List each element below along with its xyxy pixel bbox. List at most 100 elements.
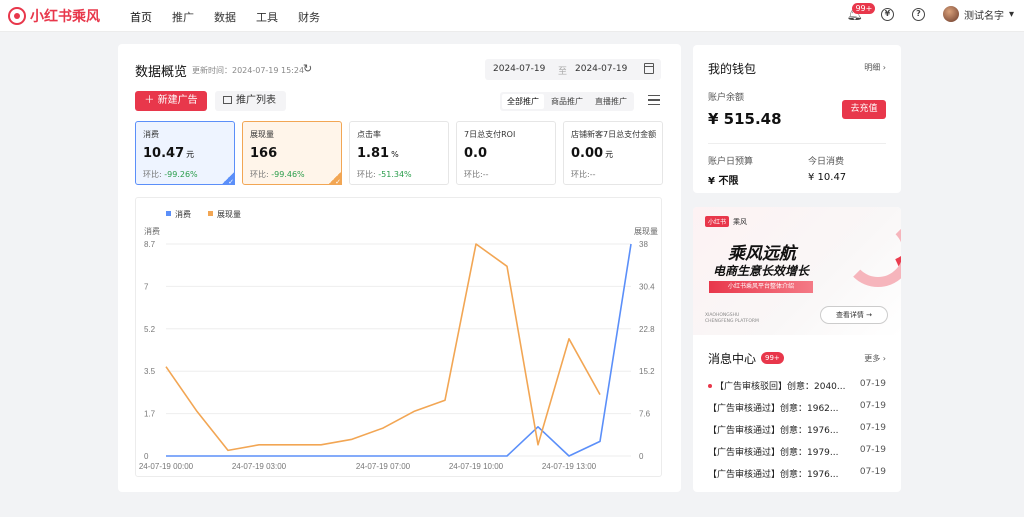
- wallet-detail-link[interactable]: 明细 ›: [864, 62, 886, 73]
- coin-icon[interactable]: ¥: [880, 7, 894, 21]
- notification-badge: 99+: [852, 2, 876, 14]
- date-range-picker[interactable]: 2024-07-19 至 2024-07-19: [485, 59, 661, 80]
- y-tick-right: 15.2: [639, 367, 655, 376]
- date-separator: 至: [558, 67, 568, 77]
- tab-all-promotion[interactable]: 全部推广: [502, 94, 544, 109]
- metric-card-impressions[interactable]: 展现量 166 环比: -99.46%: [242, 121, 342, 186]
- message-item[interactable]: 【广告审核通过】创意：1962... 07-19: [708, 401, 886, 414]
- header-actions: 🔔︎ 99+ ¥ ? 测试名字 ▾: [846, 2, 1014, 22]
- metric-label: 7日总支付ROI: [464, 130, 516, 139]
- y-tick-right: 22.8: [639, 325, 655, 334]
- x-tick: 24-07-19 00:00: [139, 462, 194, 471]
- message-item[interactable]: 【广告审核通过】创意：1979... 07-19: [708, 445, 886, 458]
- x-tick: 24-07-19 03:00: [232, 462, 287, 471]
- data-overview-card: 数据概览 更新时间：2024-07-19 15:24 ↻ 2024-07-19 …: [118, 44, 681, 492]
- date-start: 2024-07-19: [493, 64, 546, 74]
- new-ad-label: 新建广告: [157, 95, 198, 106]
- y-tick-left: 5.2: [144, 325, 156, 334]
- new-ad-button[interactable]: ＋ 新建广告: [135, 91, 207, 111]
- nav-item-tools[interactable]: 工具: [256, 9, 278, 25]
- message-text: 【广告审核通过】创意：1979...: [708, 448, 839, 458]
- chevron-right-icon: ›: [882, 63, 886, 72]
- metric-value: 0.0: [464, 146, 488, 161]
- trend-chart: 消费 展现量 消费 展现量 0 1.7 3.5 5.2 7 8.7 0 7.6 15.2 22.8 30.4…: [135, 197, 662, 477]
- check-icon: [328, 171, 342, 186]
- message-date: 07-19: [859, 445, 886, 455]
- series-line-展现量: [165, 243, 601, 452]
- help-icon[interactable]: ?: [911, 7, 925, 21]
- y-tick-left: 0: [144, 452, 149, 461]
- message-item[interactable]: 【广告审核通过】创意：1976... 07-19: [708, 467, 886, 480]
- promotion-list-label: 推广列表: [236, 95, 276, 106]
- message-center-title: 消息中心: [708, 352, 757, 366]
- y-tick-left: 8.7: [144, 240, 156, 249]
- legend-swatch: [208, 211, 213, 216]
- logo-text: 小红书乘风: [30, 9, 100, 25]
- metric-card-spend[interactable]: 消费 10.47 元 环比: -99.26%: [135, 121, 235, 186]
- nav-item-data[interactable]: 数据: [214, 9, 236, 25]
- metric-card-ctr[interactable]: 点击率 1.81% 环比: -51.34%: [349, 121, 449, 185]
- y-tick-right: 30.4: [639, 282, 655, 291]
- metric-card-roi[interactable]: 7日总支付ROI 0.0 环比:--: [456, 121, 556, 185]
- caret-down-icon: ▾: [1008, 8, 1014, 20]
- page-title: 数据概览: [135, 65, 188, 80]
- metric-label: 消费: [143, 130, 159, 139]
- message-text: 【广告审核驳回】创意：2040...: [715, 382, 846, 392]
- metric-value: 1.81%: [357, 146, 399, 161]
- chevron-right-icon: ›: [882, 354, 886, 363]
- list-icon: [223, 96, 232, 104]
- tab-live-promotion[interactable]: 直播推广: [590, 94, 632, 109]
- metric-label: 点击率: [357, 130, 381, 139]
- user-name: 测试名字: [963, 10, 1004, 22]
- metric-value: 10.47 元: [143, 146, 195, 161]
- y-tick-right: 7.6: [639, 410, 651, 419]
- today-spend-value: ¥ 10.47: [808, 172, 847, 183]
- banner-strip: 小红书乘风平台整体介绍: [709, 281, 813, 293]
- banner-brand: 小红书 乘风: [705, 216, 747, 227]
- promo-banner[interactable]: 小红书 乘风 乘风远航 电商生意长效增长 小红书乘风平台整体介绍 XIAOHON…: [693, 207, 901, 335]
- metric-compare: 环比:--: [571, 170, 596, 179]
- recharge-button[interactable]: 去充值: [842, 100, 886, 119]
- main-nav: 首页 推广 数据 工具 财务: [130, 9, 320, 25]
- message-item[interactable]: 【广告审核驳回】创意：2040... 07-19: [708, 379, 886, 392]
- wallet-card: 我的钱包 明细 › 账户余额 ¥ 515.48 去充值 账户日预算 ¥ 不限 今…: [693, 45, 901, 193]
- arrow-right-icon: →: [866, 311, 873, 319]
- user-menu[interactable]: 测试名字 ▾: [942, 6, 1014, 22]
- message-text: 【广告审核通过】创意：1976...: [708, 470, 839, 480]
- today-spend-label: 今日消费: [808, 157, 845, 167]
- nav-item-finance[interactable]: 财务: [298, 9, 320, 25]
- y-tick-right: 38: [639, 240, 648, 249]
- update-time: 更新时间：2024-07-19 15:24: [192, 66, 305, 75]
- daily-budget-value: ¥ 不限: [708, 176, 739, 187]
- side-panel: 小红书 乘风 乘风远航 电商生意长效增长 小红书乘风平台整体介绍 XIAOHON…: [693, 207, 901, 492]
- column-settings-icon[interactable]: [648, 95, 660, 105]
- notification-button[interactable]: 🔔︎ 99+: [846, 2, 876, 22]
- message-item[interactable]: 【广告审核通过】创意：1976... 07-19: [708, 423, 886, 436]
- legend-swatch: [166, 211, 171, 216]
- series-line-消费: [166, 243, 632, 457]
- message-date: 07-19: [859, 423, 886, 433]
- unread-dot: [708, 383, 712, 388]
- banner-brand-name: 乘风: [733, 217, 748, 226]
- legend-label: 展现量: [217, 210, 241, 219]
- nav-item-promotion[interactable]: 推广: [172, 9, 194, 25]
- message-text: 【广告审核通过】创意：1962...: [708, 404, 839, 414]
- calendar-icon: [644, 63, 654, 74]
- metric-value: 0.00 元: [571, 146, 614, 161]
- banner-subline: 电商生意长效增长: [713, 264, 810, 278]
- banner-headline: 乘风远航: [728, 244, 796, 264]
- logo-icon: [8, 7, 26, 25]
- daily-budget-label: 账户日预算: [708, 157, 754, 167]
- legend-label: 消费: [175, 209, 191, 219]
- banner-details-button[interactable]: 查看详情 →: [820, 306, 888, 324]
- messages-more-link[interactable]: 更多 ›: [864, 353, 886, 364]
- metric-value: 166: [250, 146, 278, 161]
- logo[interactable]: 小红书乘风: [8, 6, 100, 26]
- promotion-list-button[interactable]: 推广列表: [215, 91, 286, 111]
- message-badge: 99+: [761, 352, 784, 364]
- balance-value: ¥ 515.48: [708, 110, 782, 128]
- nav-item-home[interactable]: 首页: [130, 9, 152, 25]
- refresh-icon[interactable]: ↻: [303, 62, 312, 75]
- tab-product-promotion[interactable]: 商品推广: [546, 94, 588, 109]
- metric-card-new-customer-pay[interactable]: 店铺新客7日总支付金额 0.00 元 环比:--: [563, 121, 663, 185]
